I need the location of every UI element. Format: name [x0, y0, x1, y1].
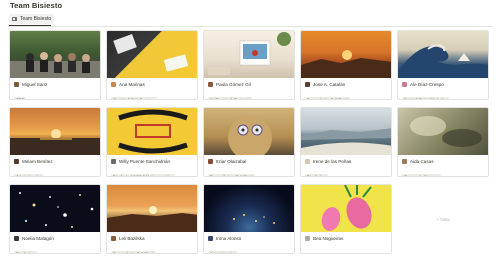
cover-image [301, 185, 391, 232]
gallery-card[interactable]: Miguel Sanz CEO [9, 30, 101, 100]
member-name: Itziar Olaizabal [216, 158, 247, 164]
gallery-card[interactable]: Ale Díaz-Crespo Social & Digital Marketi… [397, 30, 489, 100]
avatar [208, 81, 213, 87]
avatar [14, 235, 19, 241]
tab-label: Team Bisiesto [20, 16, 52, 22]
avatar [208, 158, 213, 164]
cover-image [301, 31, 391, 78]
cover-image [107, 108, 197, 155]
member-name: Jose A. Catalán [313, 81, 346, 87]
member-name: Ale Díaz-Crespo [410, 81, 444, 87]
member-name: Inma Alonso [216, 235, 242, 241]
member-name: Miriam Benítez [22, 158, 53, 164]
page: Team Bisiesto Team Bisiesto Miguel Sanz … [0, 0, 500, 268]
gallery-card[interactable]: Itziar Olaizabal Desarrolladora Full-Sta… [203, 107, 295, 177]
role-tag: Social & Digital Marketing [402, 97, 450, 99]
avatar [111, 235, 116, 241]
page-title: Team Bisiesto [10, 1, 63, 10]
role-tag: Desarrollador Full-Stack [305, 97, 350, 99]
role-tag: Desarrollador Full-Stack [111, 251, 156, 253]
gallery-card[interactable]: Irene de las Peñas Diseñadora [300, 107, 392, 177]
cover-image [204, 185, 294, 232]
cover-image [398, 31, 488, 78]
avatar [305, 81, 310, 87]
gallery-card[interactable]: Bea Nogueiras [300, 184, 392, 254]
role-tag: Administración [208, 251, 237, 253]
avatar [14, 81, 19, 87]
avatar [14, 158, 19, 164]
avatar [305, 235, 310, 241]
cover-image [10, 108, 100, 155]
member-name: Noelia Malagón [22, 235, 54, 241]
role-tag: Art Director & Strategist [208, 97, 252, 99]
cover-image [204, 31, 294, 78]
role-tag: Diseñador UX/UI & Motion graphics [111, 174, 175, 176]
cover-image [107, 185, 197, 232]
cover-image [301, 108, 391, 155]
new-card-button[interactable]: + New [397, 184, 489, 254]
new-label: + New [436, 216, 450, 222]
member-name: Bea Nogueiras [313, 235, 344, 241]
member-name: Ana Marinas [119, 81, 145, 87]
gallery-card[interactable]: Jose A. Catalán Desarrollador Full-Stack [300, 30, 392, 100]
cover-image [107, 31, 197, 78]
gallery-card[interactable]: Noelia Malagón Diseñadora [9, 184, 101, 254]
avatar [305, 158, 310, 164]
cover-image [204, 108, 294, 155]
role-tag: Community Manager [402, 174, 442, 176]
gallery-card[interactable]: Willy Puente Sanchidrián Diseñador UX/UI… [106, 107, 198, 177]
gallery-card[interactable]: Aida Casas Community Manager [397, 107, 489, 177]
gallery-card[interactable]: Leli Bazilska Desarrollador Full-Stack [106, 184, 198, 254]
role-tag: Administración [14, 174, 43, 176]
member-name: Paula Gómez Gil [216, 81, 251, 87]
divider [9, 26, 493, 27]
avatar [111, 158, 116, 164]
member-name: Leli Bazilska [119, 235, 145, 241]
cover-image [10, 185, 100, 232]
role-tag: Desarrolladora Full-Stack [208, 174, 255, 176]
avatar [111, 81, 116, 87]
member-name: Willy Puente Sanchidrián [119, 158, 171, 164]
avatar [402, 81, 407, 87]
role-tag: Diseñadora [14, 251, 38, 253]
role-tag: Diseñadora [305, 174, 329, 176]
gallery-card[interactable]: Miriam Benítez Administración [9, 107, 101, 177]
cover-image [10, 31, 100, 78]
cover-image [398, 108, 488, 155]
avatar [208, 235, 213, 241]
avatar [402, 158, 407, 164]
member-name: Irene de las Peñas [313, 158, 352, 164]
role-tag: Graphic & Web Designer [111, 97, 157, 99]
member-name: Miguel Sanz [22, 81, 48, 87]
gallery-view-icon [12, 17, 17, 21]
gallery-card[interactable]: Ana Marinas Graphic & Web Designer [106, 30, 198, 100]
role-tag: CEO [14, 97, 27, 99]
member-name: Aida Casas [410, 158, 434, 164]
gallery-grid: Miguel Sanz CEO Ana Marinas Graphic & We… [9, 30, 494, 254]
gallery-card[interactable]: Paula Gómez Gil Art Director & Strategis… [203, 30, 295, 100]
tab-team-bisiesto[interactable]: Team Bisiesto [9, 14, 55, 24]
gallery-card[interactable]: Inma Alonso Administración [203, 184, 295, 254]
